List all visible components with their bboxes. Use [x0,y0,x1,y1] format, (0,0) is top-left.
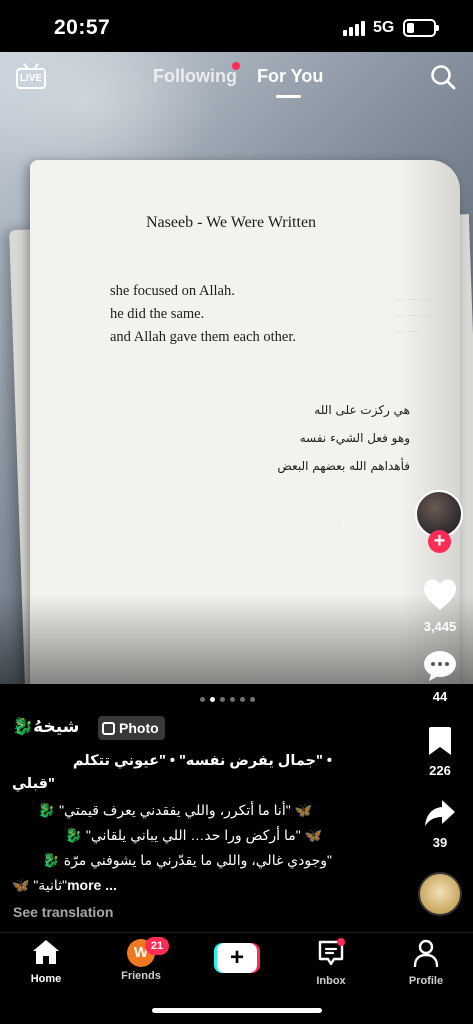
share-count: 39 [432,835,448,850]
status-time: 20:57 [54,16,111,39]
carousel-dot [230,697,235,702]
plus-icon: + [217,943,257,973]
friends-badge: 21 [145,937,169,955]
comment-count: 44 [432,689,448,704]
home-indicator [152,1008,322,1013]
caption-line-text: 🦋 "ثانية" [12,877,68,893]
caption-line-last: 🦋 "ثانية"more ... [12,877,117,894]
live-label: LIVE [16,68,46,89]
arabic-line: هي ركزت على الله [314,403,410,417]
profile-icon [413,939,439,968]
nav-inbox-label: Inbox [316,975,346,987]
bleed-through-text: — — — — — — — — [395,294,430,337]
carousel-dot [250,697,255,702]
arabic-line: فأهداهم الله بعضهم البعض [277,459,410,473]
author-name[interactable]: 🐉شيخهُ [12,717,94,737]
english-line: she focused on Allah. [110,283,235,299]
following-notification-dot [232,62,240,70]
more-link[interactable]: more ... [67,877,117,893]
music-disc[interactable] [418,872,462,916]
carousel-dot [200,697,205,702]
caption-line: • "جمال يفرض نفسه" • "عيوني تتكلم [72,753,332,769]
carousel-dot [220,697,225,702]
bookmark-icon [429,727,451,755]
status-bar: 20:57 5G [0,0,473,52]
tab-following[interactable]: Following [153,66,237,87]
caption-line: "وجودي غالي، واللي ما يقدّرني ما يشوفني … [42,852,332,868]
photo-badge: Photo [98,716,165,740]
nav-home[interactable]: Home [6,939,86,985]
carousel-dot-active [210,697,215,702]
creator-watermark: ♪ [340,516,346,530]
carousel-indicator [200,689,260,702]
english-line: and Allah gave them each other. [110,329,297,345]
carousel-dot [240,697,245,702]
dragon-emoji-icon: 🐉 [12,717,34,736]
network-type: 5G [373,19,395,36]
tiktok-logo-icon: ♪ [340,516,346,530]
post-photo[interactable]: — — — — — — — — Naseeb - We Were Written s… [0,52,473,684]
share-button[interactable]: 39 [410,798,470,850]
nav-friends[interactable]: W 21 Friends [101,937,181,982]
search-icon[interactable] [430,64,456,90]
english-line: he did the same. [110,306,205,322]
save-button[interactable]: 226 [410,726,470,778]
book-title: Naseeb - We Were Written [146,214,317,231]
like-button[interactable]: 3,445 [410,578,470,634]
see-translation-link[interactable]: See translation [13,904,113,920]
nav-profile[interactable]: Profile [386,939,466,987]
signal-icon [343,20,367,36]
create-button[interactable]: + [214,943,260,973]
home-icon [33,940,59,964]
top-nav: LIVE Following For You [0,52,473,104]
inbox-notification-dot [337,938,345,946]
like-count: 3,445 [423,619,457,634]
follow-button[interactable]: + [428,530,451,553]
caption-line: 🦋 "أنا ما أتكرر، واللي يفقدني يعرف قيمتي… [37,802,312,818]
comment-button[interactable]: 44 [410,650,470,704]
caption-line: قبلي" [12,776,55,792]
arabic-line: وهو فعل الشيء نفسه [299,431,410,445]
photo-badge-label: Photo [119,720,159,736]
live-icon[interactable]: LIVE [16,63,46,91]
battery-icon [403,19,439,37]
book-arabic-text: هي ركزت على الله وهو فعل الشيء نفسه فأهد… [200,396,410,480]
tab-for-you[interactable]: For You [257,66,323,87]
share-icon [425,800,455,826]
save-count: 226 [429,763,451,778]
comment-icon [424,651,456,681]
caption-line: 🦋 "ما أركض ورا حد… اللي يباني يلقاني" 🐉 [64,827,322,843]
book-english-text: she focused on Allah. he did the same. a… [110,280,390,349]
author-name-text: شيخهُ [33,717,80,736]
nav-profile-label: Profile [408,975,444,987]
heart-icon [424,579,456,610]
nav-inbox[interactable]: Inbox [291,938,371,987]
active-tab-indicator [276,95,301,98]
nav-home-label: Home [30,973,62,985]
nav-friends-label: Friends [121,970,161,982]
photo-icon [102,722,115,735]
